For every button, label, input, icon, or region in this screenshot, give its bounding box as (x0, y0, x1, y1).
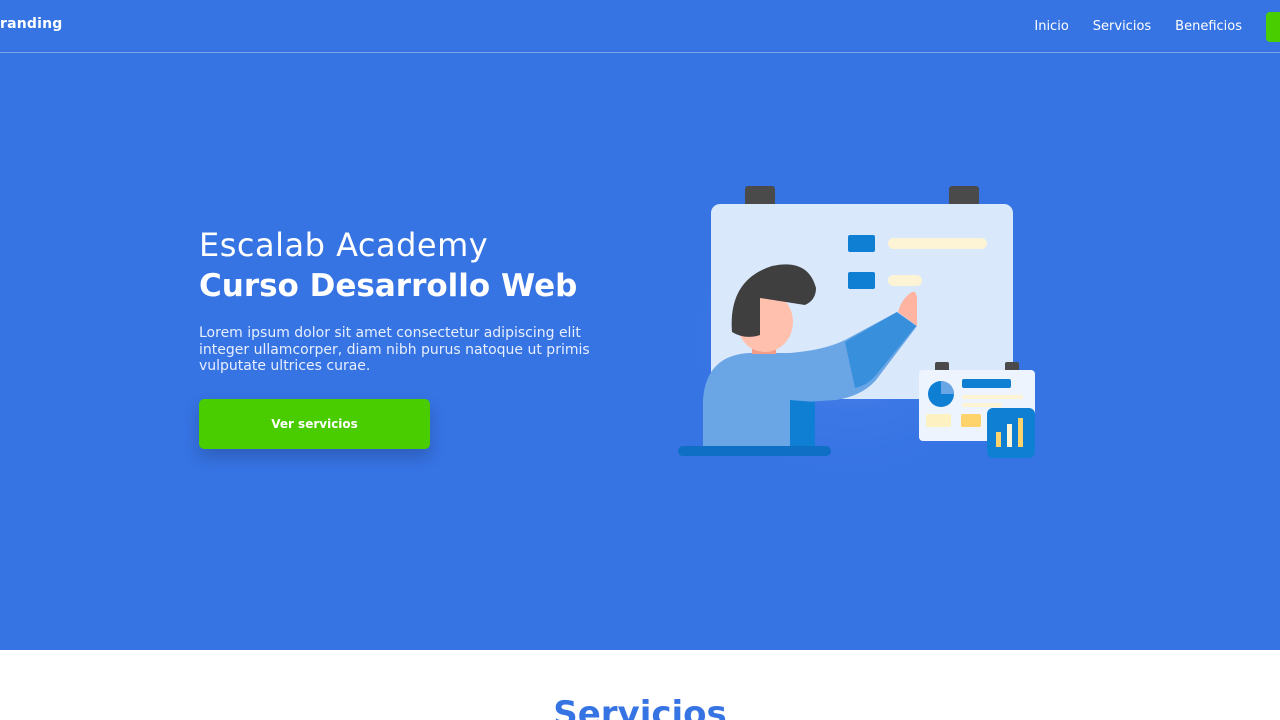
nav-cta-button[interactable] (1266, 11, 1280, 42)
whiteboard-clip-right (949, 186, 979, 206)
small-board-line-2 (962, 403, 1002, 407)
small-board-line-1 (962, 395, 1023, 399)
whiteboard-line-2 (888, 275, 922, 286)
whiteboard-bullet-2 (848, 272, 875, 289)
small-board-tag-2 (961, 414, 981, 427)
teacher-arm-shade (790, 400, 815, 447)
ver-servicios-button[interactable]: Ver servicios (199, 399, 430, 449)
brand-logo[interactable]: randing (0, 16, 63, 32)
whiteboard-bullet-1 (848, 235, 875, 252)
bar-chart-bar-3 (1018, 418, 1023, 447)
hero-title-academy: Escalab Academy (199, 226, 489, 264)
whiteboard-clip-left (745, 186, 775, 206)
nav-link-inicio[interactable]: Inicio (1034, 19, 1068, 34)
small-board-header-line (962, 379, 1011, 388)
bar-chart-bar-2 (1007, 424, 1012, 447)
hero-section: randing Inicio Servicios Beneficios Esca… (0, 0, 1280, 650)
nav-link-servicios[interactable]: Servicios (1093, 19, 1151, 34)
small-board-tag-1 (926, 414, 951, 427)
bar-chart-bar-1 (996, 432, 1001, 447)
nav-link-beneficios[interactable]: Beneficios (1175, 19, 1242, 34)
teacher-whiteboard-illustration (650, 170, 1050, 510)
navbar: randing Inicio Servicios Beneficios (0, 0, 1280, 53)
whiteboard-line-1 (888, 238, 987, 249)
services-section-title: Servicios (553, 694, 727, 720)
nav-links: Inicio Servicios Beneficios (1034, 0, 1280, 53)
hero-lead-text: Lorem ipsum dolor sit amet consectetur a… (199, 325, 590, 374)
hero-title-course: Curso Desarrollo Web (199, 268, 578, 304)
teacher-desk (678, 446, 831, 456)
